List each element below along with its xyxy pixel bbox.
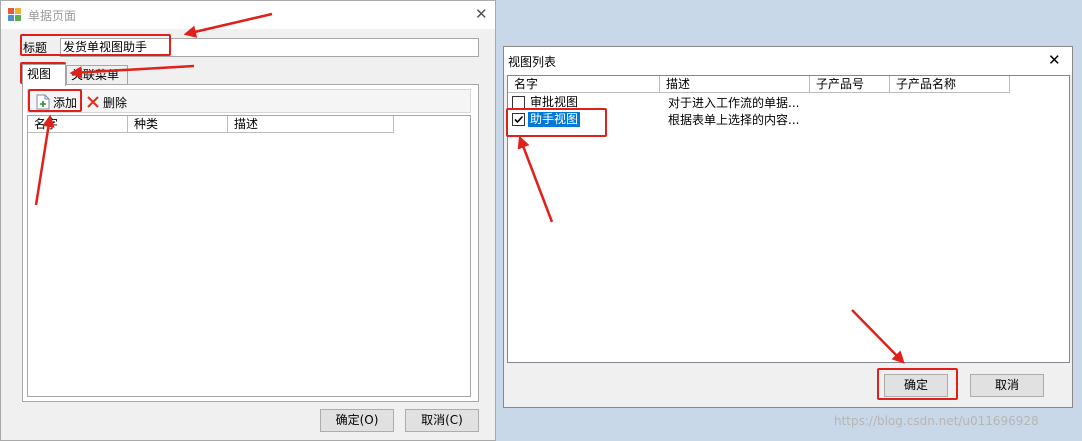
document-window: 单据页面 ✕ 标题 发货单视图助手 视图 关联菜单 添加 删除 名字 种类 描述… bbox=[0, 0, 496, 441]
column-header-subproduct-name[interactable]: 子产品名称 bbox=[890, 76, 1010, 93]
row-description: 根据表单上选择的内容... bbox=[668, 113, 800, 127]
dialog-titlebar: 视图列表 ✕ bbox=[504, 47, 1072, 75]
window-title: 单据页面 bbox=[28, 9, 77, 23]
toolbar: 添加 删除 bbox=[27, 89, 471, 113]
dialog-title: 视图列表 bbox=[508, 55, 557, 69]
column-header-type[interactable]: 种类 bbox=[128, 116, 228, 133]
column-header-name[interactable]: 名字 bbox=[508, 76, 660, 93]
highlight-box bbox=[877, 368, 958, 400]
column-header-description[interactable]: 描述 bbox=[660, 76, 810, 93]
app-icon bbox=[8, 8, 22, 22]
close-icon[interactable]: ✕ bbox=[1048, 53, 1061, 68]
view-list-dialog: 视图列表 ✕ 名字 描述 子产品号 子产品名称 审批视图 对于进入工作流的单据.… bbox=[503, 46, 1073, 408]
delete-icon bbox=[86, 95, 100, 109]
highlight-box bbox=[506, 108, 607, 137]
delete-label: 删除 bbox=[103, 95, 128, 110]
column-header-subproduct-no[interactable]: 子产品号 bbox=[810, 76, 890, 93]
watermark: https://blog.csdn.net/u011696928 bbox=[834, 414, 1039, 428]
column-header-name[interactable]: 名字 bbox=[28, 116, 128, 133]
list-header: 名字 描述 子产品号 子产品名称 bbox=[508, 76, 1010, 93]
ok-button[interactable]: 确定(O) bbox=[320, 409, 394, 432]
titlebar: 单据页面 ✕ bbox=[1, 1, 495, 29]
row-description: 对于进入工作流的单据... bbox=[668, 96, 800, 110]
cancel-button[interactable]: 取消 bbox=[970, 374, 1044, 397]
tab-views[interactable]: 视图 bbox=[22, 64, 66, 86]
cancel-button[interactable]: 取消(C) bbox=[405, 409, 479, 432]
column-header-description[interactable]: 描述 bbox=[228, 116, 394, 133]
highlight-box bbox=[20, 34, 171, 56]
delete-button[interactable]: 删除 bbox=[86, 93, 127, 111]
views-list[interactable]: 名字 种类 描述 bbox=[27, 115, 471, 397]
close-icon[interactable]: ✕ bbox=[475, 7, 488, 22]
tab-linked-menu[interactable]: 关联菜单 bbox=[66, 65, 128, 85]
list-header: 名字 种类 描述 bbox=[28, 116, 394, 133]
highlight-box bbox=[28, 89, 82, 112]
